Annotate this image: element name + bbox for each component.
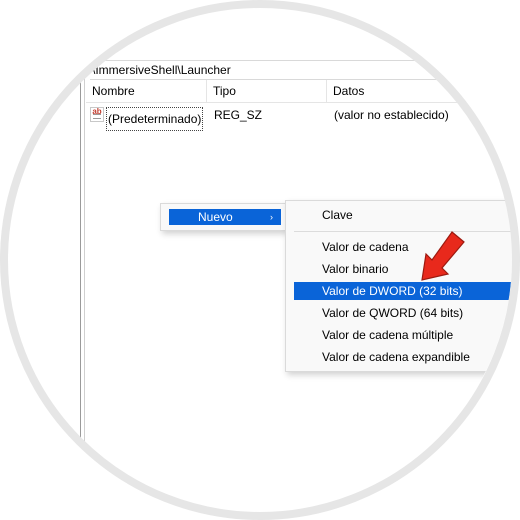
submenu-item-dword-value[interactable]: Valor de DWORD (32 bits) — [294, 282, 512, 300]
submenu-item-clave[interactable]: Clave — [294, 206, 512, 224]
list-header: Nombre Tipo Datos — [86, 80, 512, 103]
menu-item-nuevo[interactable]: Nuevo › — [169, 209, 281, 225]
magnifier-lens: \ImmersiveShell\Launcher Nombre Tipo Dat… — [6, 6, 512, 512]
value-type: REG_SZ — [214, 108, 263, 122]
context-menu: Nuevo › — [160, 203, 286, 231]
submenu-item-binary-value[interactable]: Valor binario — [294, 260, 512, 278]
table-row[interactable]: ab (Predeterminado) REG_SZ (valor no est… — [86, 104, 512, 131]
submenu-item-multi-string-value[interactable]: Valor de cadena múltiple — [294, 326, 512, 344]
value-data: (valor no establecido) — [334, 108, 449, 122]
menu-item-label: Nuevo — [198, 210, 233, 224]
chevron-right-icon: › — [270, 212, 273, 222]
menu-divider — [294, 231, 512, 232]
string-value-icon: ab — [90, 107, 104, 122]
submenu-item-expandable-string-value[interactable]: Valor de cadena expandible — [294, 348, 512, 366]
annotation-arrow-icon — [421, 231, 465, 281]
splitter[interactable] — [84, 78, 85, 448]
new-submenu: Clave Valor de cadena Valor binario Valo… — [285, 200, 512, 372]
address-bar[interactable]: \ImmersiveShell\Launcher — [90, 60, 512, 80]
submenu-item-qword-value[interactable]: Valor de QWORD (64 bits) — [294, 304, 512, 322]
value-name: (Predeterminado) — [106, 107, 204, 131]
column-header-name[interactable]: Nombre — [86, 80, 206, 102]
column-header-data[interactable]: Datos — [326, 80, 512, 102]
tree-pane-border — [80, 78, 81, 448]
registry-editor-window: \ImmersiveShell\Launcher Nombre Tipo Dat… — [6, 6, 512, 512]
submenu-item-string-value[interactable]: Valor de cadena — [294, 238, 512, 256]
column-header-type[interactable]: Tipo — [206, 80, 326, 102]
